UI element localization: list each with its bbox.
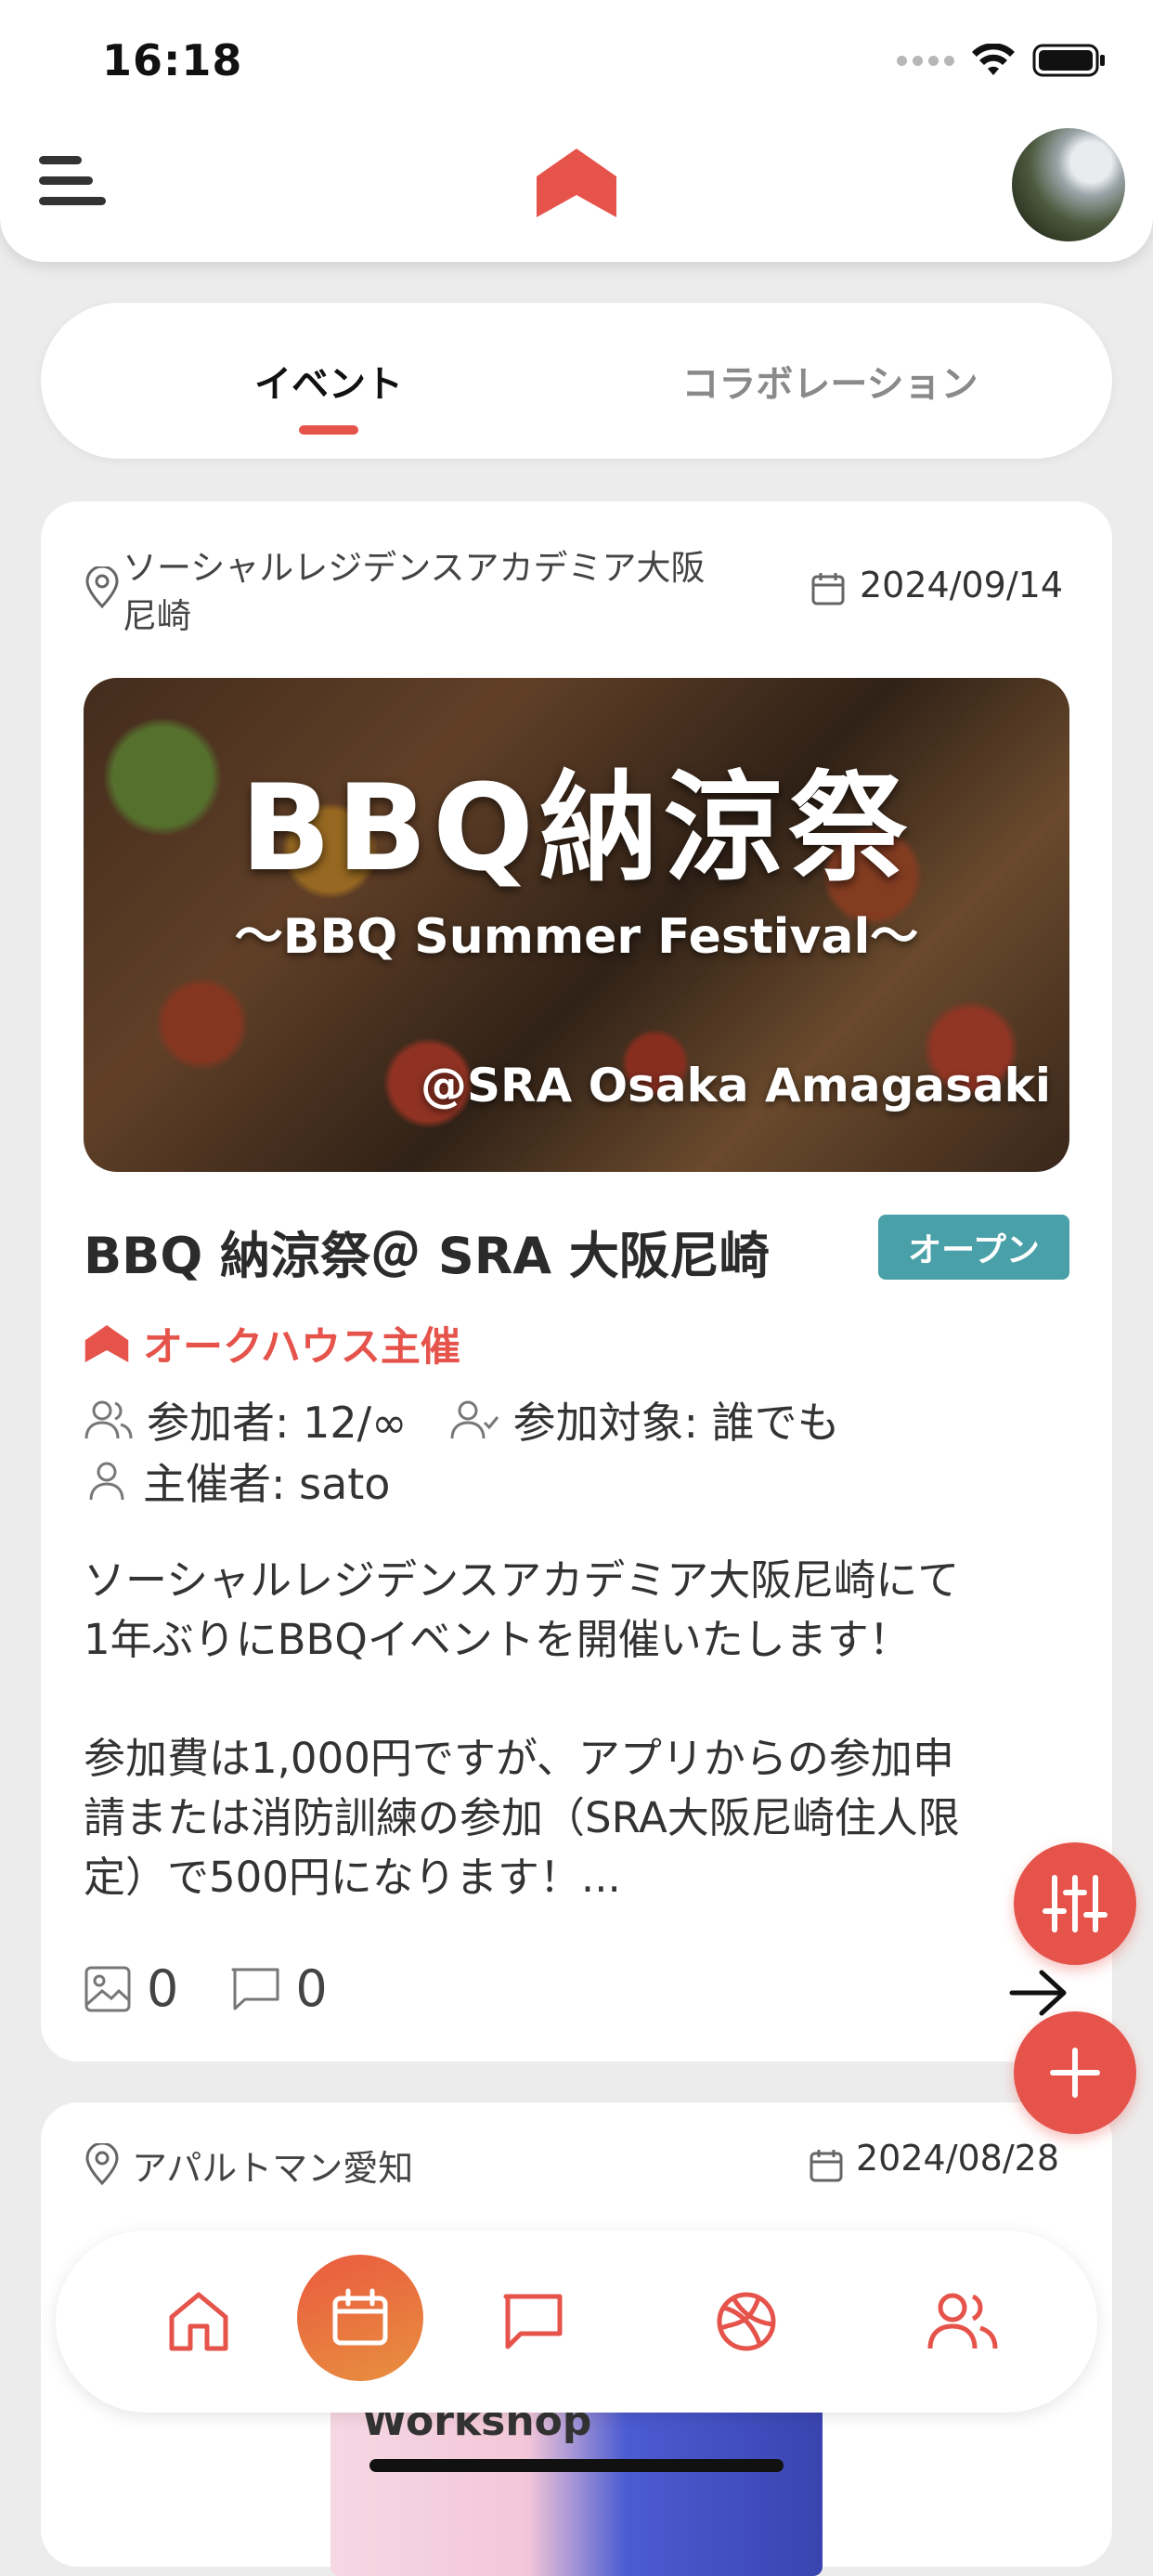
plus-icon (1050, 2048, 1100, 2098)
user-check-icon (449, 1399, 499, 1441)
active-tab-indicator (299, 425, 358, 435)
event-image[interactable]: BBQ納涼祭 〜BBQ Summer Festival〜 @SRA Osaka … (84, 678, 1069, 1172)
users-icon (927, 2293, 998, 2349)
signal-icon (897, 55, 954, 66)
description-line: 1年ぶりにBBQイベントを開催いたします！ (84, 1615, 911, 1664)
host-label-row: オークハウス主催 (84, 1315, 460, 1373)
user-icon (84, 1460, 130, 1503)
image-icon (84, 1965, 132, 2013)
segmented-tabs: イベント コラボレーション (41, 303, 1112, 459)
organizer-name: 主催者: sato (143, 1459, 391, 1509)
chat-icon (503, 2294, 563, 2349)
wifi-icon (972, 44, 1015, 75)
status-icons (897, 43, 1107, 78)
filter-button[interactable] (1014, 1842, 1136, 1965)
description-line: 定）で500円になります！... (84, 1853, 621, 1902)
bottom-nav (56, 2231, 1097, 2413)
home-icon (169, 2292, 228, 2351)
status-time: 16:18 (102, 35, 243, 85)
calendar-icon (332, 2288, 388, 2346)
nav-events[interactable] (297, 2255, 423, 2381)
nav-community[interactable] (915, 2275, 1008, 2368)
event-image[interactable]: Workshop (330, 2390, 823, 2576)
roof-logo-icon (537, 149, 616, 217)
event-location: アパルトマン愛知 (132, 2148, 414, 2189)
event-date: 2024/09/14 (860, 565, 1064, 605)
image-venue: @SRA Osaka Amagasaki (421, 1059, 1051, 1112)
nav-home[interactable] (152, 2275, 245, 2368)
tab-collaboration[interactable]: コラボレーション (635, 303, 1025, 459)
sliders-icon (1043, 1875, 1108, 1932)
event-date: 2024/08/28 (856, 2138, 1060, 2179)
comment-icon (230, 1966, 280, 2012)
roof-logo-icon (84, 1325, 129, 1362)
organizer-row: 主催者: sato (84, 1451, 390, 1512)
participants-count: 参加者: 12/∞ (147, 1398, 408, 1448)
calendar-icon (811, 573, 845, 605)
add-event-button[interactable] (1014, 2011, 1136, 2134)
battery-icon (1032, 44, 1105, 77)
nav-chat[interactable] (486, 2275, 579, 2368)
location-pin-icon (85, 2143, 119, 2186)
event-title: BBQ 納涼祭＠ SRA 大阪尼崎 (84, 1227, 770, 1285)
location-pin-icon (85, 566, 119, 609)
nav-activities[interactable] (700, 2275, 793, 2368)
description-line: ソーシャルレジデンスアカデミア大阪尼崎にて (84, 1555, 960, 1605)
description-line: 参加費は1,000円ですが、アプリからの参加申 (84, 1734, 954, 1783)
event-stats: 0 0 (84, 1959, 328, 2018)
image-title: BBQ納涼祭 (240, 760, 913, 898)
description-line: 請または消防訓練の参加（SRA大阪尼崎住人限 (84, 1793, 960, 1842)
image-subtitle: 〜BBQ Summer Festival〜 (234, 909, 919, 965)
tab-events[interactable]: イベント (152, 303, 505, 459)
app-header: 16:18 (0, 0, 1153, 262)
basketball-icon (717, 2292, 776, 2351)
avatar[interactable] (1012, 128, 1125, 241)
event-card[interactable]: ソーシャルレジデンスアカデミア大阪 尼崎 2024/09/14 BBQ納涼祭 〜… (41, 501, 1112, 2062)
participants-row: 参加者: 12/∞ 参加対象: 誰でも (84, 1389, 840, 1451)
menu-icon[interactable] (35, 149, 110, 214)
users-icon (84, 1399, 134, 1441)
comment-count: 0 (295, 1959, 328, 2018)
home-indicator[interactable] (369, 2459, 784, 2472)
event-location-line2: 尼崎 (123, 596, 191, 636)
event-description: ソーシャルレジデンスアカデミア大阪尼崎にて 1年ぶりにBBQイベントを開催いたし… (84, 1551, 1077, 1907)
participation-target: 参加対象: 誰でも (512, 1398, 840, 1448)
event-location-line1: ソーシャルレジデンスアカデミア大阪 (123, 548, 706, 588)
event-location: ソーシャルレジデンスアカデミア大阪 尼崎 (123, 544, 810, 641)
status-badge: オープン (878, 1215, 1069, 1280)
photo-count: 0 (147, 1959, 179, 2018)
host-label: オークハウス主催 (143, 1324, 460, 1371)
calendar-icon (810, 2150, 843, 2182)
